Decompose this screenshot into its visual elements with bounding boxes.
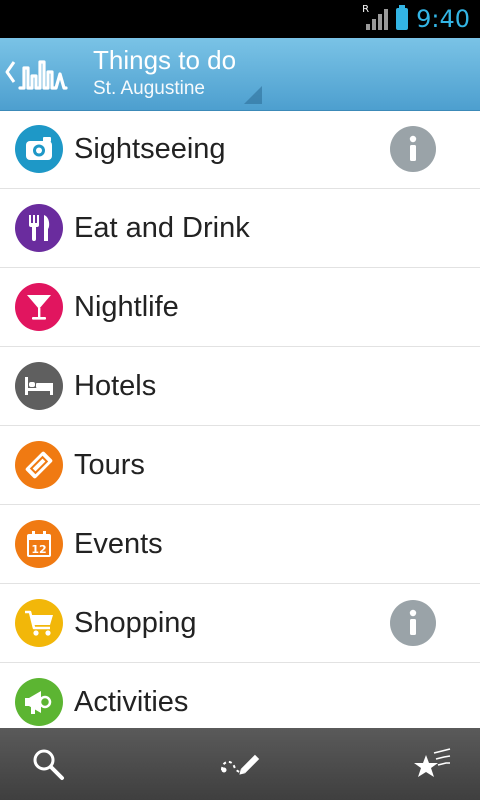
chevron-left-icon [5, 61, 16, 83]
info-icon[interactable] [390, 126, 436, 172]
city-skyline-logo-icon [18, 60, 68, 90]
list-item-label: Events [74, 528, 163, 560]
status-bar: R 9:40 [0, 0, 480, 38]
list-item-sightseeing[interactable]: Sightseeing [0, 110, 480, 189]
list-item-label: Activities [74, 686, 189, 718]
category-list[interactable]: Sightseeing Eat and Drink Nightlife Hote… [0, 110, 480, 728]
list-item-label: Shopping [74, 607, 197, 639]
camera-icon [15, 125, 63, 173]
list-item-hotels[interactable]: Hotels [0, 347, 480, 426]
bed-icon [15, 362, 63, 410]
page-title: Things to do [93, 45, 237, 75]
favorites-button[interactable] [384, 728, 480, 800]
bottom-toolbar [0, 728, 480, 800]
search-icon [33, 749, 64, 780]
list-item-tours[interactable]: Tours [0, 426, 480, 505]
list-item-nightlife[interactable]: Nightlife [0, 268, 480, 347]
calendar-day: 12 [31, 543, 46, 556]
signal-icon: R [362, 4, 389, 30]
action-bar: Things to do St. Augustine [0, 38, 480, 111]
location-spinner[interactable]: Things to do St. Augustine [93, 44, 268, 106]
megaphone-icon [15, 678, 63, 726]
list-item-label: Nightlife [74, 291, 179, 323]
cocktail-icon [15, 283, 63, 331]
list-item-label: Eat and Drink [74, 212, 250, 244]
search-button[interactable] [0, 728, 96, 800]
roaming-indicator: R [362, 4, 370, 15]
route-planner-button[interactable] [192, 728, 288, 800]
list-item-eat-and-drink[interactable]: Eat and Drink [0, 189, 480, 268]
info-icon[interactable] [390, 600, 436, 646]
spinner-indicator-icon [244, 86, 262, 104]
list-item-label: Tours [74, 449, 145, 481]
favorites-stars-icon [414, 748, 451, 777]
battery-icon [396, 5, 409, 30]
calendar-icon: 12 [15, 520, 63, 568]
status-icons: R 9:40 [362, 4, 470, 34]
list-item-label: Sightseeing [74, 133, 226, 165]
list-item-shopping[interactable]: Shopping [0, 584, 480, 663]
list-item-activities[interactable]: Activities [0, 663, 480, 728]
status-time: 9:40 [416, 5, 470, 33]
ticket-icon [15, 441, 63, 489]
location-subtitle: St. Augustine [93, 78, 205, 99]
list-item-events[interactable]: 12 Events [0, 505, 480, 584]
shopping-cart-icon [15, 599, 63, 647]
home-up-button[interactable] [0, 38, 80, 110]
list-item-label: Hotels [74, 370, 157, 402]
fork-knife-icon [15, 204, 63, 252]
route-pencil-icon [221, 754, 260, 775]
